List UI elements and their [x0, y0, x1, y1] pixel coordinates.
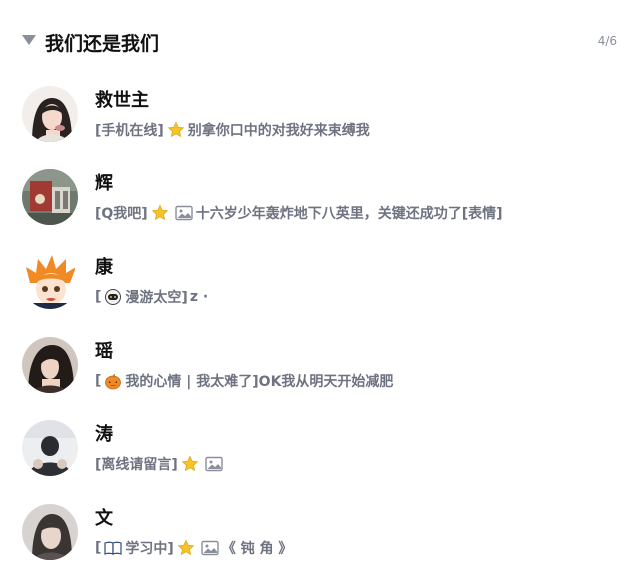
contact-name: 辉 — [95, 173, 113, 194]
contact-name: 文 — [95, 508, 113, 529]
avatar[interactable] — [22, 253, 78, 309]
contact-item[interactable]: 涛 [离线请留言] — [0, 420, 640, 500]
image-icon — [205, 456, 223, 472]
signature-text: OK我从明天开始减肥 — [258, 374, 394, 390]
contact-name: 涛 — [95, 424, 113, 445]
signature-text: 十六岁少年轰炸地下八英里，关键还成功了[表情] — [195, 206, 503, 222]
contact-name: 康 — [95, 257, 113, 278]
contact-item[interactable]: 辉 [Q我吧] 十六岁少年轰炸地下八英里，关键还成功了[表情] — [0, 169, 640, 249]
status-label: 学习中] — [125, 541, 174, 557]
avatar[interactable] — [22, 337, 78, 393]
image-icon — [175, 205, 193, 221]
contact-item[interactable]: 康 [ 漫游太空] z · — [0, 253, 640, 333]
status-text: [ — [95, 289, 102, 305]
image-icon — [201, 540, 219, 556]
avatar[interactable] — [22, 86, 78, 142]
group-title: 我们还是我们 — [45, 33, 160, 55]
group-header[interactable]: 我们还是我们 4/6 — [0, 24, 640, 60]
book-icon — [104, 540, 123, 556]
contact-item[interactable]: 文 [ 学习中] 《 钝 角 》 — [0, 504, 640, 584]
contact-name: 瑶 — [95, 341, 113, 362]
contact-status: [手机在线] 别拿你口中的对我好来束缚我 — [95, 120, 370, 140]
group-count: 4/6 — [597, 34, 617, 48]
status-text: [Q我吧] — [95, 206, 148, 222]
status-label: 漫游太空] — [125, 290, 188, 306]
star-icon — [151, 204, 169, 222]
caret-down-icon[interactable] — [22, 35, 36, 45]
signature-text: 《 钝 角 》 — [221, 541, 293, 557]
contact-status: [ 漫游太空] z · — [95, 287, 208, 307]
status-label: 我的心情 | 我太难了] — [125, 374, 259, 390]
contact-item[interactable]: 救世主 [手机在线] 别拿你口中的对我好来束缚我 — [0, 86, 640, 166]
contact-item[interactable]: 瑶 [ 我的心情 | 我太难了] OK我从明天开始减肥 — [0, 337, 640, 417]
pumpkin-icon — [104, 372, 122, 390]
avatar[interactable] — [22, 169, 78, 225]
status-text: [手机在线] — [95, 123, 164, 139]
avatar[interactable] — [22, 420, 78, 476]
contact-status: [ 我的心情 | 我太难了] OK我从明天开始减肥 — [95, 371, 393, 391]
signature-text: 别拿你口中的对我好来束缚我 — [187, 123, 370, 139]
contact-status: [离线请留言] — [95, 454, 226, 474]
star-icon — [181, 455, 199, 473]
status-text: [ — [95, 373, 102, 389]
signature-text: z · — [189, 289, 209, 305]
contact-status: [ 学习中] 《 钝 角 》 — [95, 538, 292, 558]
astronaut-icon — [104, 288, 122, 306]
status-text: [ — [95, 540, 102, 556]
status-text: [离线请留言] — [95, 457, 178, 473]
contact-status: [Q我吧] 十六岁少年轰炸地下八英里，关键还成功了[表情] — [95, 203, 503, 223]
contact-name: 救世主 — [95, 90, 149, 111]
avatar[interactable] — [22, 504, 78, 560]
star-icon — [177, 539, 195, 557]
star-icon — [167, 121, 185, 139]
